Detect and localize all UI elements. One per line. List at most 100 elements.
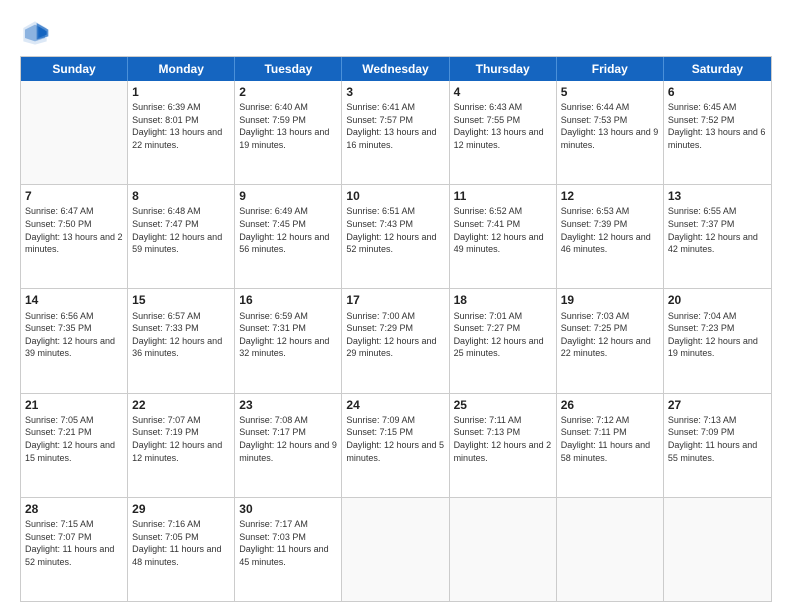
calendar-cell: 29Sunrise: 7:16 AMSunset: 7:05 PMDayligh… — [128, 498, 235, 601]
calendar-page: SundayMondayTuesdayWednesdayThursdayFrid… — [0, 0, 792, 612]
cell-info: Sunrise: 6:47 AMSunset: 7:50 PMDaylight:… — [25, 205, 123, 255]
cell-info: Sunrise: 6:43 AMSunset: 7:55 PMDaylight:… — [454, 101, 552, 151]
day-number: 4 — [454, 84, 552, 100]
weekday-header-wednesday: Wednesday — [342, 57, 449, 81]
weekday-header-sunday: Sunday — [21, 57, 128, 81]
calendar-cell: 14 Sunrise: 6:56 AMSunset: 7:35 PMDayligh… — [21, 289, 128, 392]
day-number: 24 — [346, 397, 444, 413]
calendar-cell: 20 Sunrise: 7:04 AMSunset: 7:23 PMDayligh… — [664, 289, 771, 392]
calendar-cell: 21Sunrise: 7:05 AMSunset: 7:21 PMDayligh… — [21, 394, 128, 497]
day-number: 23 — [239, 397, 337, 413]
day-number: 6 — [668, 84, 767, 100]
calendar-row-3: 21Sunrise: 7:05 AMSunset: 7:21 PMDayligh… — [21, 393, 771, 497]
calendar-cell: 7Sunrise: 6:47 AMSunset: 7:50 PMDaylight… — [21, 185, 128, 288]
cell-info: Sunrise: 6:57 AMSunset: 7:33 PMDaylight:… — [132, 310, 230, 360]
calendar-cell: 5Sunrise: 6:44 AMSunset: 7:53 PMDaylight… — [557, 81, 664, 184]
cell-info: Sunrise: 6:45 AMSunset: 7:52 PMDaylight:… — [668, 101, 767, 151]
calendar-row-2: 14 Sunrise: 6:56 AMSunset: 7:35 PMDayligh… — [21, 288, 771, 392]
cell-info: Sunrise: 7:16 AMSunset: 7:05 PMDaylight:… — [132, 518, 230, 568]
calendar-cell: 10Sunrise: 6:51 AMSunset: 7:43 PMDayligh… — [342, 185, 449, 288]
day-number: 7 — [25, 188, 123, 204]
calendar-cell: 24Sunrise: 7:09 AMSunset: 7:15 PMDayligh… — [342, 394, 449, 497]
weekday-header-friday: Friday — [557, 57, 664, 81]
calendar-cell: 3Sunrise: 6:41 AMSunset: 7:57 PMDaylight… — [342, 81, 449, 184]
logo-icon — [20, 18, 50, 48]
calendar-cell: 19 Sunrise: 7:03 AMSunset: 7:25 PMDayligh… — [557, 289, 664, 392]
cell-info: Sunrise: 7:11 AMSunset: 7:13 PMDaylight:… — [454, 414, 552, 464]
day-number: 13 — [668, 188, 767, 204]
cell-info: Sunrise: 6:48 AMSunset: 7:47 PMDaylight:… — [132, 205, 230, 255]
day-number: 22 — [132, 397, 230, 413]
weekday-header-thursday: Thursday — [450, 57, 557, 81]
day-number: 25 — [454, 397, 552, 413]
cell-info: Sunrise: 7:04 AMSunset: 7:23 PMDaylight:… — [668, 310, 767, 360]
calendar-row-1: 7Sunrise: 6:47 AMSunset: 7:50 PMDaylight… — [21, 184, 771, 288]
top-section — [20, 18, 772, 48]
day-number: 26 — [561, 397, 659, 413]
cell-info: Sunrise: 7:09 AMSunset: 7:15 PMDaylight:… — [346, 414, 444, 464]
cell-info: Sunrise: 7:12 AMSunset: 7:11 PMDaylight:… — [561, 414, 659, 464]
cell-info: Sunrise: 7:03 AMSunset: 7:25 PMDaylight:… — [561, 310, 659, 360]
calendar-cell: 27Sunrise: 7:13 AMSunset: 7:09 PMDayligh… — [664, 394, 771, 497]
day-number: 20 — [668, 292, 767, 308]
weekday-header-tuesday: Tuesday — [235, 57, 342, 81]
calendar-cell: 6Sunrise: 6:45 AMSunset: 7:52 PMDaylight… — [664, 81, 771, 184]
cell-info: Sunrise: 6:53 AMSunset: 7:39 PMDaylight:… — [561, 205, 659, 255]
day-number: 21 — [25, 397, 123, 413]
cell-info: Sunrise: 6:51 AMSunset: 7:43 PMDaylight:… — [346, 205, 444, 255]
cell-info: Sunrise: 6:41 AMSunset: 7:57 PMDaylight:… — [346, 101, 444, 151]
calendar-cell: 9Sunrise: 6:49 AMSunset: 7:45 PMDaylight… — [235, 185, 342, 288]
day-number: 19 — [561, 292, 659, 308]
cell-info: Sunrise: 7:13 AMSunset: 7:09 PMDaylight:… — [668, 414, 767, 464]
cell-info: Sunrise: 6:56 AMSunset: 7:35 PMDaylight:… — [25, 310, 123, 360]
calendar-body: 1Sunrise: 6:39 AMSunset: 8:01 PMDaylight… — [21, 81, 771, 601]
logo — [20, 18, 54, 48]
day-number: 15 — [132, 292, 230, 308]
calendar-cell — [450, 498, 557, 601]
day-number: 10 — [346, 188, 444, 204]
calendar-cell — [664, 498, 771, 601]
calendar-cell — [342, 498, 449, 601]
day-number: 30 — [239, 501, 337, 517]
day-number: 12 — [561, 188, 659, 204]
calendar-row-0: 1Sunrise: 6:39 AMSunset: 8:01 PMDaylight… — [21, 81, 771, 184]
calendar-cell: 23Sunrise: 7:08 AMSunset: 7:17 PMDayligh… — [235, 394, 342, 497]
calendar-cell: 16 Sunrise: 6:59 AMSunset: 7:31 PMDayligh… — [235, 289, 342, 392]
cell-info: Sunrise: 6:40 AMSunset: 7:59 PMDaylight:… — [239, 101, 337, 151]
day-number: 9 — [239, 188, 337, 204]
calendar-cell: 30Sunrise: 7:17 AMSunset: 7:03 PMDayligh… — [235, 498, 342, 601]
calendar-cell: 11Sunrise: 6:52 AMSunset: 7:41 PMDayligh… — [450, 185, 557, 288]
weekday-header-monday: Monday — [128, 57, 235, 81]
day-number: 2 — [239, 84, 337, 100]
day-number: 11 — [454, 188, 552, 204]
calendar-cell: 12Sunrise: 6:53 AMSunset: 7:39 PMDayligh… — [557, 185, 664, 288]
day-number: 14 — [25, 292, 123, 308]
cell-info: Sunrise: 7:01 AMSunset: 7:27 PMDaylight:… — [454, 310, 552, 360]
day-number: 28 — [25, 501, 123, 517]
day-number: 17 — [346, 292, 444, 308]
cell-info: Sunrise: 6:55 AMSunset: 7:37 PMDaylight:… — [668, 205, 767, 255]
day-number: 27 — [668, 397, 767, 413]
cell-info: Sunrise: 6:52 AMSunset: 7:41 PMDaylight:… — [454, 205, 552, 255]
calendar-cell: 2Sunrise: 6:40 AMSunset: 7:59 PMDaylight… — [235, 81, 342, 184]
cell-info: Sunrise: 7:15 AMSunset: 7:07 PMDaylight:… — [25, 518, 123, 568]
day-number: 1 — [132, 84, 230, 100]
day-number: 5 — [561, 84, 659, 100]
calendar-cell: 4Sunrise: 6:43 AMSunset: 7:55 PMDaylight… — [450, 81, 557, 184]
cell-info: Sunrise: 7:07 AMSunset: 7:19 PMDaylight:… — [132, 414, 230, 464]
calendar-cell: 18 Sunrise: 7:01 AMSunset: 7:27 PMDayligh… — [450, 289, 557, 392]
cell-info: Sunrise: 6:39 AMSunset: 8:01 PMDaylight:… — [132, 101, 230, 151]
day-number: 18 — [454, 292, 552, 308]
day-number: 29 — [132, 501, 230, 517]
cell-info: Sunrise: 6:44 AMSunset: 7:53 PMDaylight:… — [561, 101, 659, 151]
calendar-cell: 15 Sunrise: 6:57 AMSunset: 7:33 PMDayligh… — [128, 289, 235, 392]
cell-info: Sunrise: 6:49 AMSunset: 7:45 PMDaylight:… — [239, 205, 337, 255]
cell-info: Sunrise: 7:17 AMSunset: 7:03 PMDaylight:… — [239, 518, 337, 568]
cell-info: Sunrise: 7:08 AMSunset: 7:17 PMDaylight:… — [239, 414, 337, 464]
cell-info: Sunrise: 6:59 AMSunset: 7:31 PMDaylight:… — [239, 310, 337, 360]
calendar-row-4: 28Sunrise: 7:15 AMSunset: 7:07 PMDayligh… — [21, 497, 771, 601]
calendar-cell: 13Sunrise: 6:55 AMSunset: 7:37 PMDayligh… — [664, 185, 771, 288]
calendar-cell: 8Sunrise: 6:48 AMSunset: 7:47 PMDaylight… — [128, 185, 235, 288]
day-number: 16 — [239, 292, 337, 308]
calendar-cell: 26Sunrise: 7:12 AMSunset: 7:11 PMDayligh… — [557, 394, 664, 497]
